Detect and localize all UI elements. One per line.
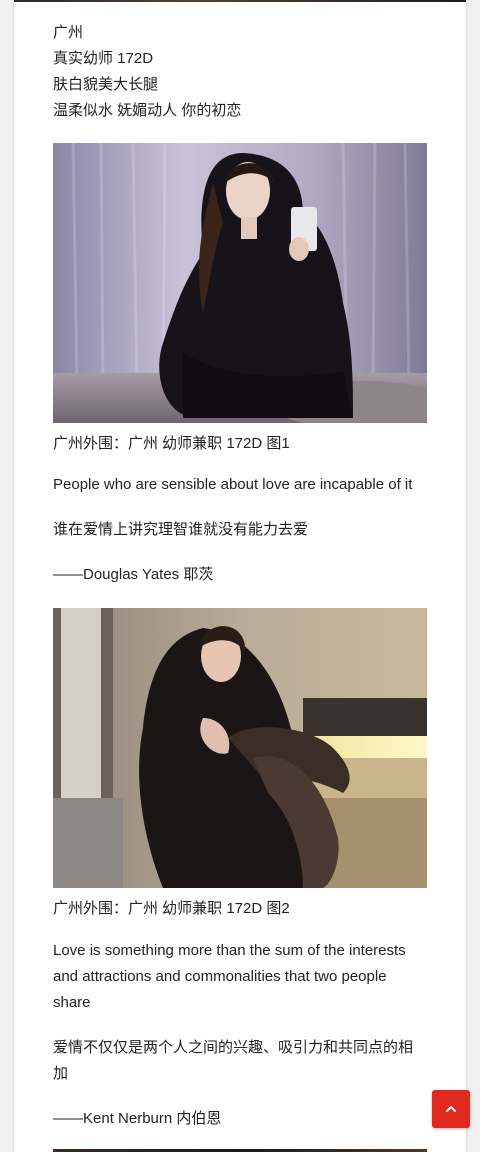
article-photo-2[interactable] bbox=[53, 608, 427, 888]
quote-1-author: ——Douglas Yates 耶茨 bbox=[53, 566, 214, 583]
photo-2-caption: 广州外围：广州 幼师兼职 172D 图2 bbox=[53, 900, 290, 917]
quote-2-chinese: 爱情不仅仅是两个人之间的兴趣、吸引力和共同点的相加 bbox=[53, 1039, 414, 1082]
quote-2-author: ——Kent Nerburn 内伯恩 bbox=[53, 1110, 222, 1127]
back-to-top-button[interactable] bbox=[432, 1090, 470, 1128]
quote-1-chinese: 谁在爱情上讲究理智谁就没有能力去爱 bbox=[53, 521, 309, 538]
article-card: 广州 真实幼师 172D 肤白貌美大长腿 温柔似水 妩媚动人 你的初恋 广州外围… bbox=[14, 0, 466, 1152]
photo-1-caption: 广州外围：广州 幼师兼职 172D 图1 bbox=[53, 435, 290, 452]
quote-2-english: Love is something more than the sum of t… bbox=[53, 942, 406, 1011]
quote-1-english: People who are sensible about love are i… bbox=[53, 476, 413, 493]
intro-line-city: 广州 bbox=[53, 24, 84, 41]
intro-line-profile: 真实幼师 172D bbox=[53, 50, 154, 67]
chevron-up-icon bbox=[446, 1106, 456, 1112]
previous-image-edge bbox=[14, 0, 466, 2]
intro-line-appearance: 肤白貌美大长腿 bbox=[53, 76, 159, 93]
intro-line-temperament: 温柔似水 妩媚动人 你的初恋 bbox=[53, 102, 242, 119]
article-photo-1[interactable] bbox=[53, 143, 427, 423]
